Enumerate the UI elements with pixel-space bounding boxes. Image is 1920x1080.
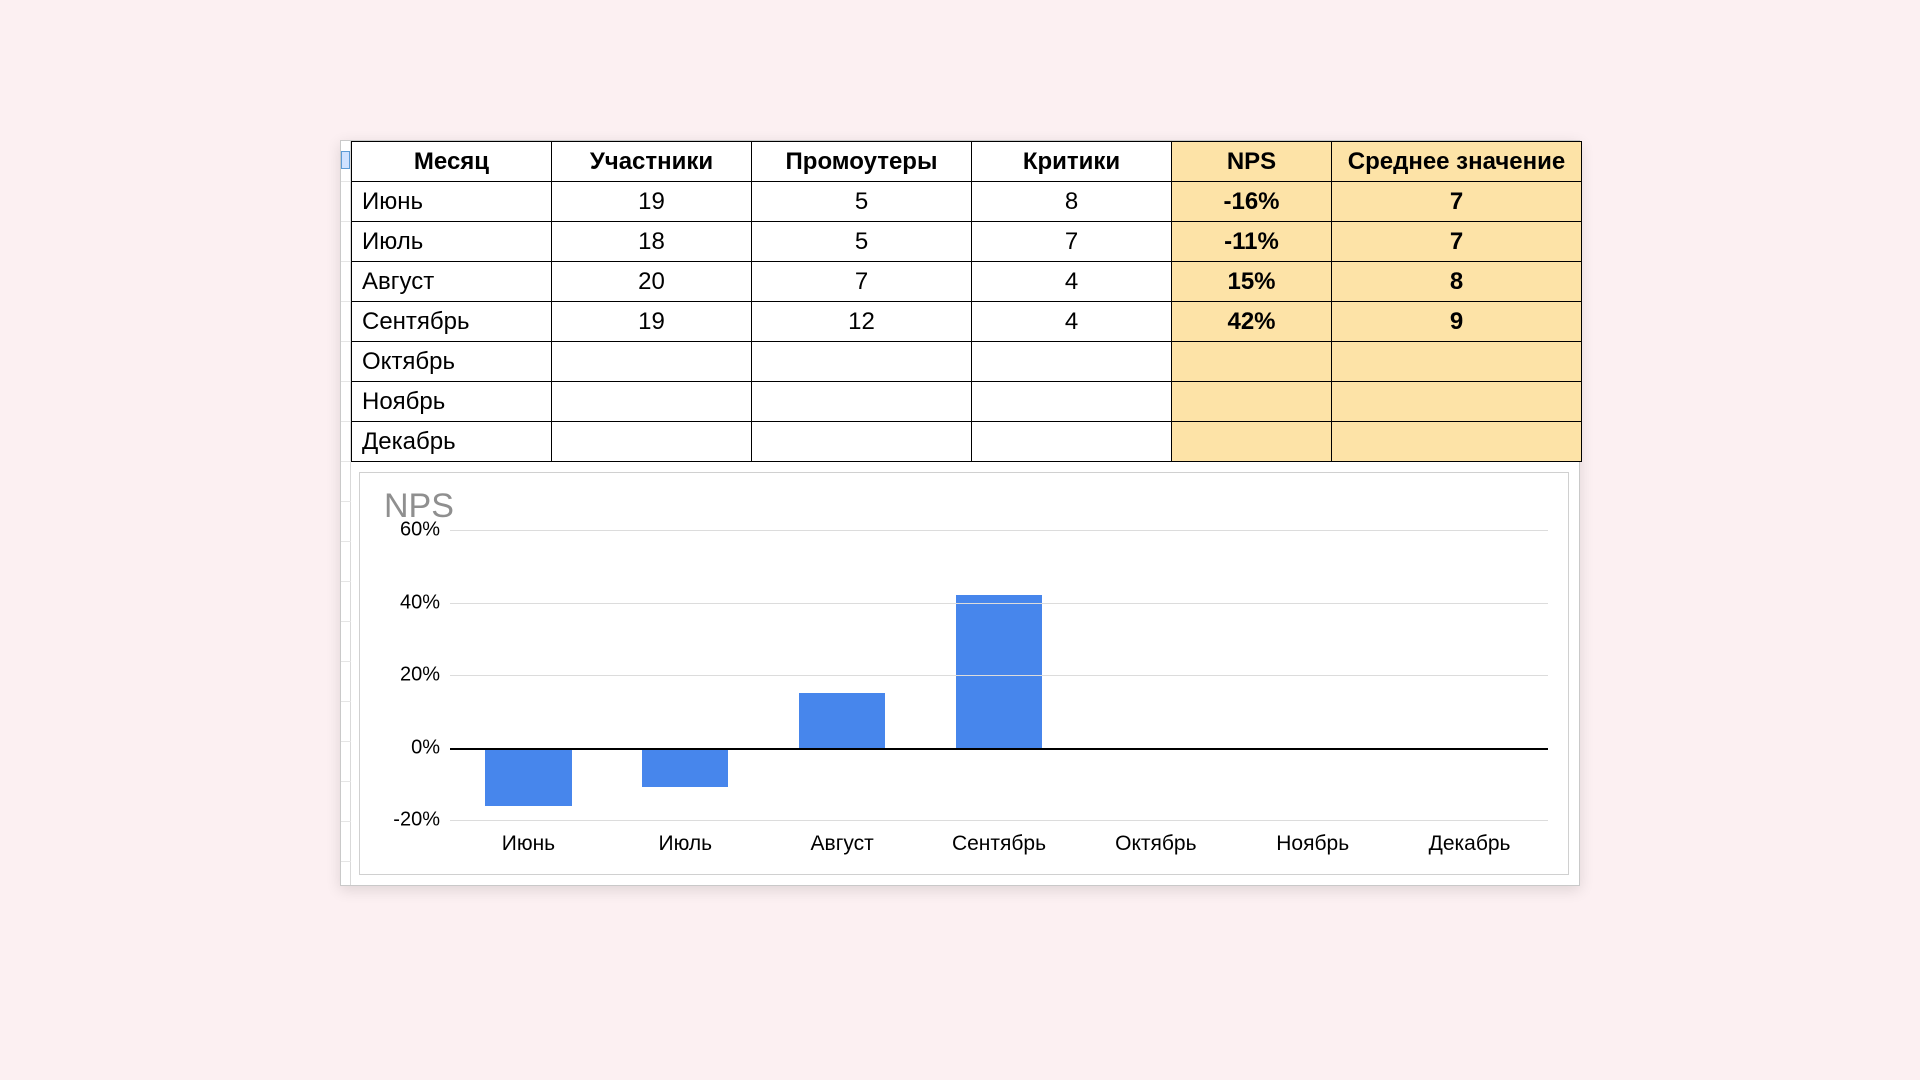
cell-promoters[interactable]: 7 [752,262,972,302]
chart-title: NPS [384,487,1548,526]
table-row[interactable]: Сентябрь1912442%9 [352,302,1582,342]
table-row[interactable]: Ноябрь [352,382,1582,422]
table-row[interactable]: Июль1857-11%7 [352,222,1582,262]
cell-promoters[interactable]: 5 [752,182,972,222]
col-header-promoters[interactable]: Промоутеры [752,142,972,182]
cell-participants[interactable]: 20 [552,262,752,302]
chart-gridline [450,603,1548,604]
chart-bar [485,748,571,806]
cell-promoters[interactable] [752,342,972,382]
cell-avg[interactable] [1332,422,1582,462]
cell-month[interactable]: Сентябрь [352,302,552,342]
col-header-participants[interactable]: Участники [552,142,752,182]
cell-month[interactable]: Июль [352,222,552,262]
chart-y-tick-label: 20% [380,664,440,687]
cell-month[interactable]: Октябрь [352,342,552,382]
cell-promoters[interactable] [752,422,972,462]
cell-critics[interactable] [972,422,1172,462]
cell-critics[interactable]: 7 [972,222,1172,262]
chart-gridline [450,530,1548,531]
cell-month[interactable]: Ноябрь [352,382,552,422]
table-row[interactable]: Июнь1958-16%7 [352,182,1582,222]
cell-critics[interactable] [972,342,1172,382]
cell-promoters[interactable]: 5 [752,222,972,262]
chart-plot-area: -20%0%20%40%60%ИюньИюльАвгустСентябрьОкт… [450,530,1548,860]
chart-y-tick-label: -20% [380,809,440,832]
selected-row-indicator [341,151,350,169]
chart-x-tick-label: Июль [658,832,712,856]
cell-participants[interactable]: 18 [552,222,752,262]
chart-bars [450,530,1548,860]
chart-y-tick-label: 60% [380,519,440,542]
nps-table: Месяц Участники Промоутеры Критики NPS С… [351,141,1582,462]
chart-x-tick-label: Декабрь [1429,832,1511,856]
cell-participants[interactable] [552,422,752,462]
cell-nps[interactable]: -16% [1172,182,1332,222]
chart-bar [642,748,728,788]
chart-x-tick-label: Ноябрь [1276,832,1349,856]
cell-nps[interactable] [1172,382,1332,422]
cell-nps[interactable]: 42% [1172,302,1332,342]
cell-avg[interactable] [1332,382,1582,422]
cell-avg[interactable]: 7 [1332,182,1582,222]
table-header-row: Месяц Участники Промоутеры Критики NPS С… [352,142,1582,182]
cell-avg[interactable]: 7 [1332,222,1582,262]
table-row[interactable]: Октябрь [352,342,1582,382]
nps-chart: NPS -20% 0% 20% 40% 60% Июнь Июль Август Сентябр… [359,472,1569,875]
cell-promoters[interactable] [752,382,972,422]
cell-critics[interactable]: 8 [972,182,1172,222]
col-header-critics[interactable]: Критики [972,142,1172,182]
chart-gridline [450,675,1548,676]
cell-critics[interactable]: 4 [972,302,1172,342]
cell-critics[interactable]: 4 [972,262,1172,302]
cell-avg[interactable]: 9 [1332,302,1582,342]
chart-x-tick-label: Октябрь [1115,832,1196,856]
cell-participants[interactable]: 19 [552,182,752,222]
cell-nps[interactable]: -11% [1172,222,1332,262]
cell-month[interactable]: Июнь [352,182,552,222]
chart-x-tick-label: Сентябрь [952,832,1046,856]
cell-critics[interactable] [972,382,1172,422]
chart-bar [956,595,1042,747]
cell-nps[interactable]: 15% [1172,262,1332,302]
col-header-nps[interactable]: NPS [1172,142,1332,182]
table-row[interactable]: Декабрь [352,422,1582,462]
cell-avg[interactable]: 8 [1332,262,1582,302]
table-row[interactable]: Август207415%8 [352,262,1582,302]
chart-y-tick-label: 0% [380,736,440,759]
chart-gridline [450,820,1548,821]
chart-x-tick-label: Август [811,832,874,856]
cell-nps[interactable] [1172,342,1332,382]
chart-bar [799,693,885,747]
cell-month[interactable]: Декабрь [352,422,552,462]
chart-x-tick-label: Июнь [502,832,555,856]
chart-gridline [450,748,1548,750]
cell-participants[interactable] [552,342,752,382]
spreadsheet-panel: Месяц Участники Промоутеры Критики NPS С… [340,140,1580,886]
row-header-strip [341,141,351,885]
cell-nps[interactable] [1172,422,1332,462]
col-header-month[interactable]: Месяц [352,142,552,182]
cell-month[interactable]: Август [352,262,552,302]
cell-avg[interactable] [1332,342,1582,382]
cell-promoters[interactable]: 12 [752,302,972,342]
chart-y-tick-label: 40% [380,591,440,614]
cell-participants[interactable] [552,382,752,422]
col-header-avg[interactable]: Среднее значение [1332,142,1582,182]
cell-participants[interactable]: 19 [552,302,752,342]
